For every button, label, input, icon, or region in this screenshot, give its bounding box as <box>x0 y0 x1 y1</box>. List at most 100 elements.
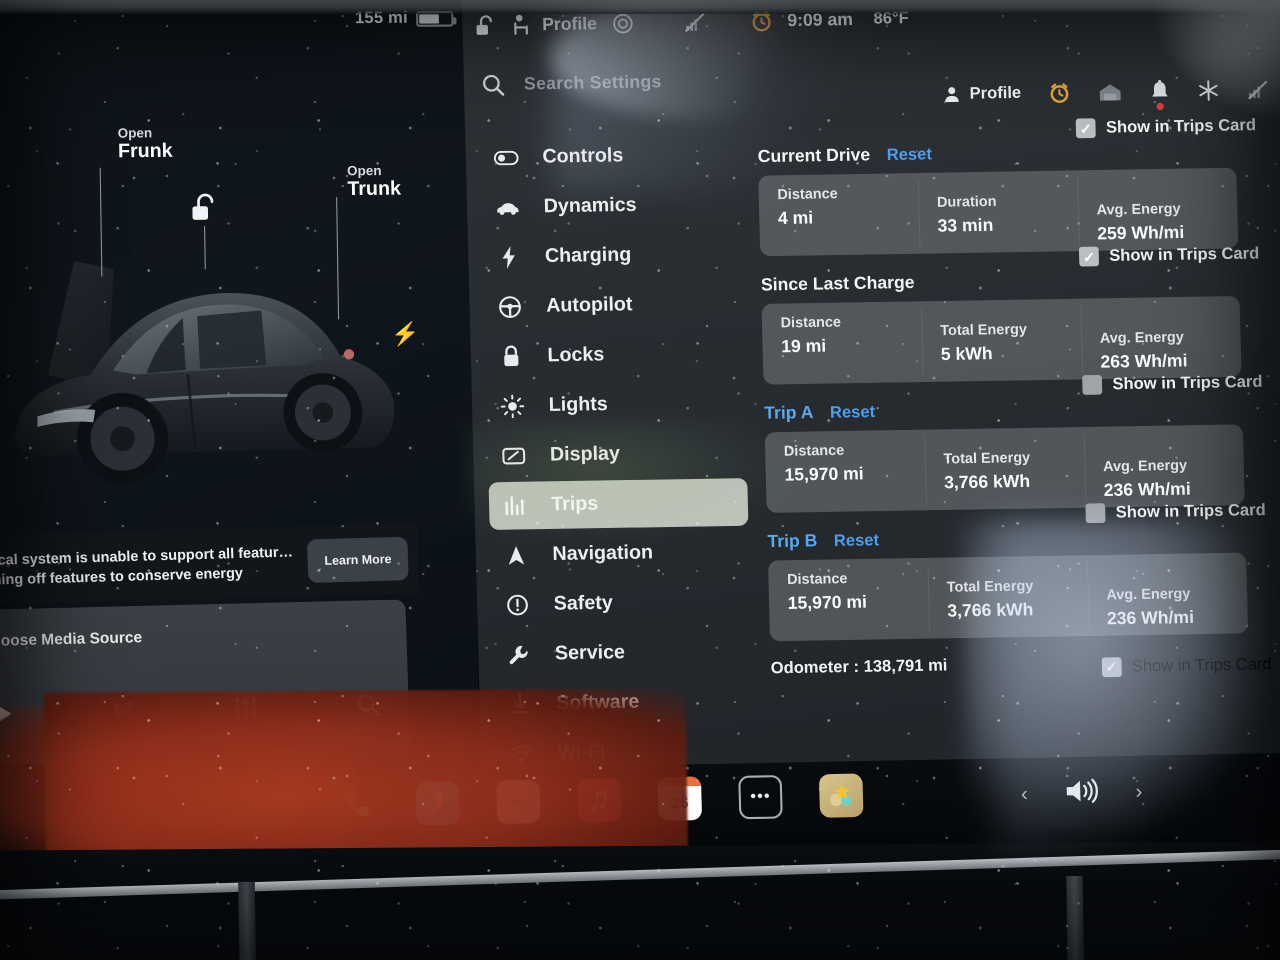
sidebar-item-autopilot[interactable]: Autopilot <box>484 279 744 331</box>
vehicle-illustration <box>0 217 428 520</box>
sidebar-item-locks[interactable]: Locks <box>485 329 745 381</box>
choose-media-source-label[interactable]: Choose Media Source <box>0 629 142 651</box>
notification-dot <box>1156 102 1164 111</box>
toybox-app-icon[interactable] <box>818 773 864 818</box>
checkbox[interactable]: ✓ <box>1078 246 1100 267</box>
more-apps-icon[interactable]: ••• <box>738 775 783 820</box>
stat-distance: Distance 15,970 mi <box>768 558 929 641</box>
screen-stand-right <box>1066 876 1085 960</box>
stat-key: Avg. Energy <box>1096 199 1181 218</box>
checkbox[interactable]: ✓ <box>1075 118 1096 139</box>
no-signal-icon[interactable] <box>684 12 707 33</box>
checkbox[interactable]: ✓ <box>1101 657 1122 678</box>
stat-card: Distance 4 mi Duration 33 min Avg. Energ… <box>758 167 1239 257</box>
odometer-value: Odometer : 138,791 mi <box>770 656 948 678</box>
snowflake-icon[interactable] <box>1197 79 1220 102</box>
sidebar-label: Lights <box>548 393 608 417</box>
stat-key: Avg. Energy <box>1099 327 1185 346</box>
alarm-clock-icon[interactable] <box>1048 81 1071 104</box>
sidebar-item-lights[interactable]: Lights <box>486 379 746 431</box>
stat-avg-energy: Avg. Energy 236 Wh/mi <box>1087 553 1248 636</box>
sidebar-item-safety[interactable]: Safety <box>491 577 751 629</box>
section-header: Since Last Charge <box>761 267 1269 296</box>
section-trip-b: Trip B Reset ✓ Show in Trips Card Distan… <box>767 501 1277 642</box>
sidebar-item-charging[interactable]: Charging <box>482 230 742 282</box>
volume-decrease-button[interactable]: ‹ <box>1021 783 1029 807</box>
show-in-trips-card-toggle[interactable]: ✓ Show in Trips Card <box>1082 372 1263 395</box>
section-title: Current Drive <box>757 144 871 167</box>
odometer-row: Odometer : 138,791 mi ✓ Show in Trips Ca… <box>770 651 1278 695</box>
sidebar-item-display[interactable]: Display <box>487 428 747 480</box>
stat-value: 236 Wh/mi <box>1106 607 1195 629</box>
section-title[interactable]: Trip B <box>767 531 817 553</box>
open-trunk-callout[interactable]: Open Trunk <box>347 163 401 201</box>
sidebar-item-navigation[interactable]: Navigation <box>490 528 750 580</box>
alert-text: ectrical system is unable to support all… <box>0 542 300 590</box>
reset-button[interactable]: Reset <box>834 532 880 551</box>
screen-top-edge <box>0 0 1280 14</box>
system-alert-banner: ectrical system is unable to support all… <box>0 522 420 607</box>
steering-icon <box>496 294 524 319</box>
garage-icon[interactable] <box>1097 82 1122 103</box>
stat-avg-energy: Avg. Energy 263 Wh/mi <box>1080 296 1241 379</box>
reset-button[interactable]: Reset <box>887 146 933 165</box>
sidebar-item-trips[interactable]: Trips <box>488 478 749 530</box>
profile-status-label: Profile <box>541 13 598 35</box>
stat-key: Total Energy <box>939 320 1028 339</box>
stat-value: 263 Wh/mi <box>1100 350 1188 372</box>
show-in-trips-card-toggle[interactable]: ✓ Show in Trips Card <box>1085 501 1266 524</box>
stat-key: Distance <box>783 441 845 459</box>
profile-button[interactable]: Profile <box>941 83 1021 105</box>
sidebar-label: Autopilot <box>545 293 633 317</box>
sidebar-label: Controls <box>542 144 624 168</box>
show-in-trips-card-toggle[interactable]: ✓ Show in Trips Card <box>1078 244 1259 267</box>
reset-button[interactable]: Reset <box>830 404 876 423</box>
checkbox-label: Show in Trips Card <box>1105 116 1257 137</box>
profile-quick-row: Profile <box>941 78 1269 111</box>
stat-duration: Duration 33 min <box>918 170 1079 253</box>
settings-sidebar: Controls Dynamics Charging Autopilot Loc… <box>480 130 755 780</box>
bell-icon[interactable] <box>1149 80 1170 111</box>
unlocked-padlock-icon[interactable] <box>475 14 496 37</box>
sidebar-item-controls[interactable]: Controls <box>480 130 740 182</box>
stat-card: Distance 15,970 mi Total Energy 3,766 kW… <box>764 424 1245 513</box>
stat-key: Avg. Energy <box>1106 584 1191 603</box>
navigation-icon <box>503 544 530 567</box>
car-icon <box>494 199 521 216</box>
dashcam-icon[interactable] <box>611 12 634 35</box>
stat-key: Avg. Energy <box>1102 456 1188 475</box>
section-trip-a: Trip A Reset ✓ Show in Trips Card Distan… <box>764 373 1274 513</box>
stat-card: Distance 15,970 mi Total Energy 3,766 kW… <box>767 552 1249 642</box>
section-title[interactable]: Trip A <box>764 402 814 424</box>
sidebar-item-dynamics[interactable]: Dynamics <box>481 180 741 232</box>
stat-distance: Distance 19 mi <box>761 301 922 384</box>
profile-status-button[interactable]: Profile <box>510 12 597 38</box>
tesla-touchscreen-photo: 155 mi ⚡ Open Frunk Open Trunk ectrical … <box>0 0 1280 960</box>
stat-value: 259 Wh/mi <box>1096 222 1185 244</box>
checkbox[interactable]: ✓ <box>1085 503 1106 524</box>
lock-icon <box>497 344 525 369</box>
no-signal-icon[interactable] <box>1246 79 1269 100</box>
show-in-trips-card-toggle[interactable]: ✓ Show in Trips Card <box>1075 116 1257 139</box>
stat-distance: Distance 4 mi <box>758 173 919 256</box>
learn-more-button[interactable]: Learn More <box>307 536 409 583</box>
trips-content: Current Drive Reset ✓ Show in Trips Card… <box>757 116 1278 695</box>
stat-value: 15,970 mi <box>787 592 868 614</box>
search-input[interactable]: Search Settings <box>524 72 662 95</box>
speaker-icon[interactable] <box>1063 775 1101 812</box>
stat-key: Distance <box>777 184 838 203</box>
sidebar-label: Service <box>554 641 626 665</box>
sidebar-item-service[interactable]: Service <box>492 627 752 679</box>
checkbox-label: Show in Trips Card <box>1131 655 1272 676</box>
checkbox[interactable]: ✓ <box>1082 374 1103 395</box>
search-settings-row[interactable]: Search Settings <box>480 59 662 108</box>
open-frunk-callout[interactable]: Open Frunk <box>118 125 173 163</box>
toggle-icon <box>493 150 520 167</box>
person-icon <box>941 84 962 105</box>
unlocked-padlock-icon[interactable] <box>190 193 217 229</box>
sidebar-label: Navigation <box>552 541 654 566</box>
show-in-trips-card-toggle[interactable]: ✓ Show in Trips Card <box>1101 655 1272 678</box>
volume-increase-button[interactable]: › <box>1135 781 1143 805</box>
stat-value: 15,970 mi <box>784 463 864 485</box>
section-current-drive: Current Drive Reset ✓ Show in Trips Card… <box>757 116 1267 257</box>
